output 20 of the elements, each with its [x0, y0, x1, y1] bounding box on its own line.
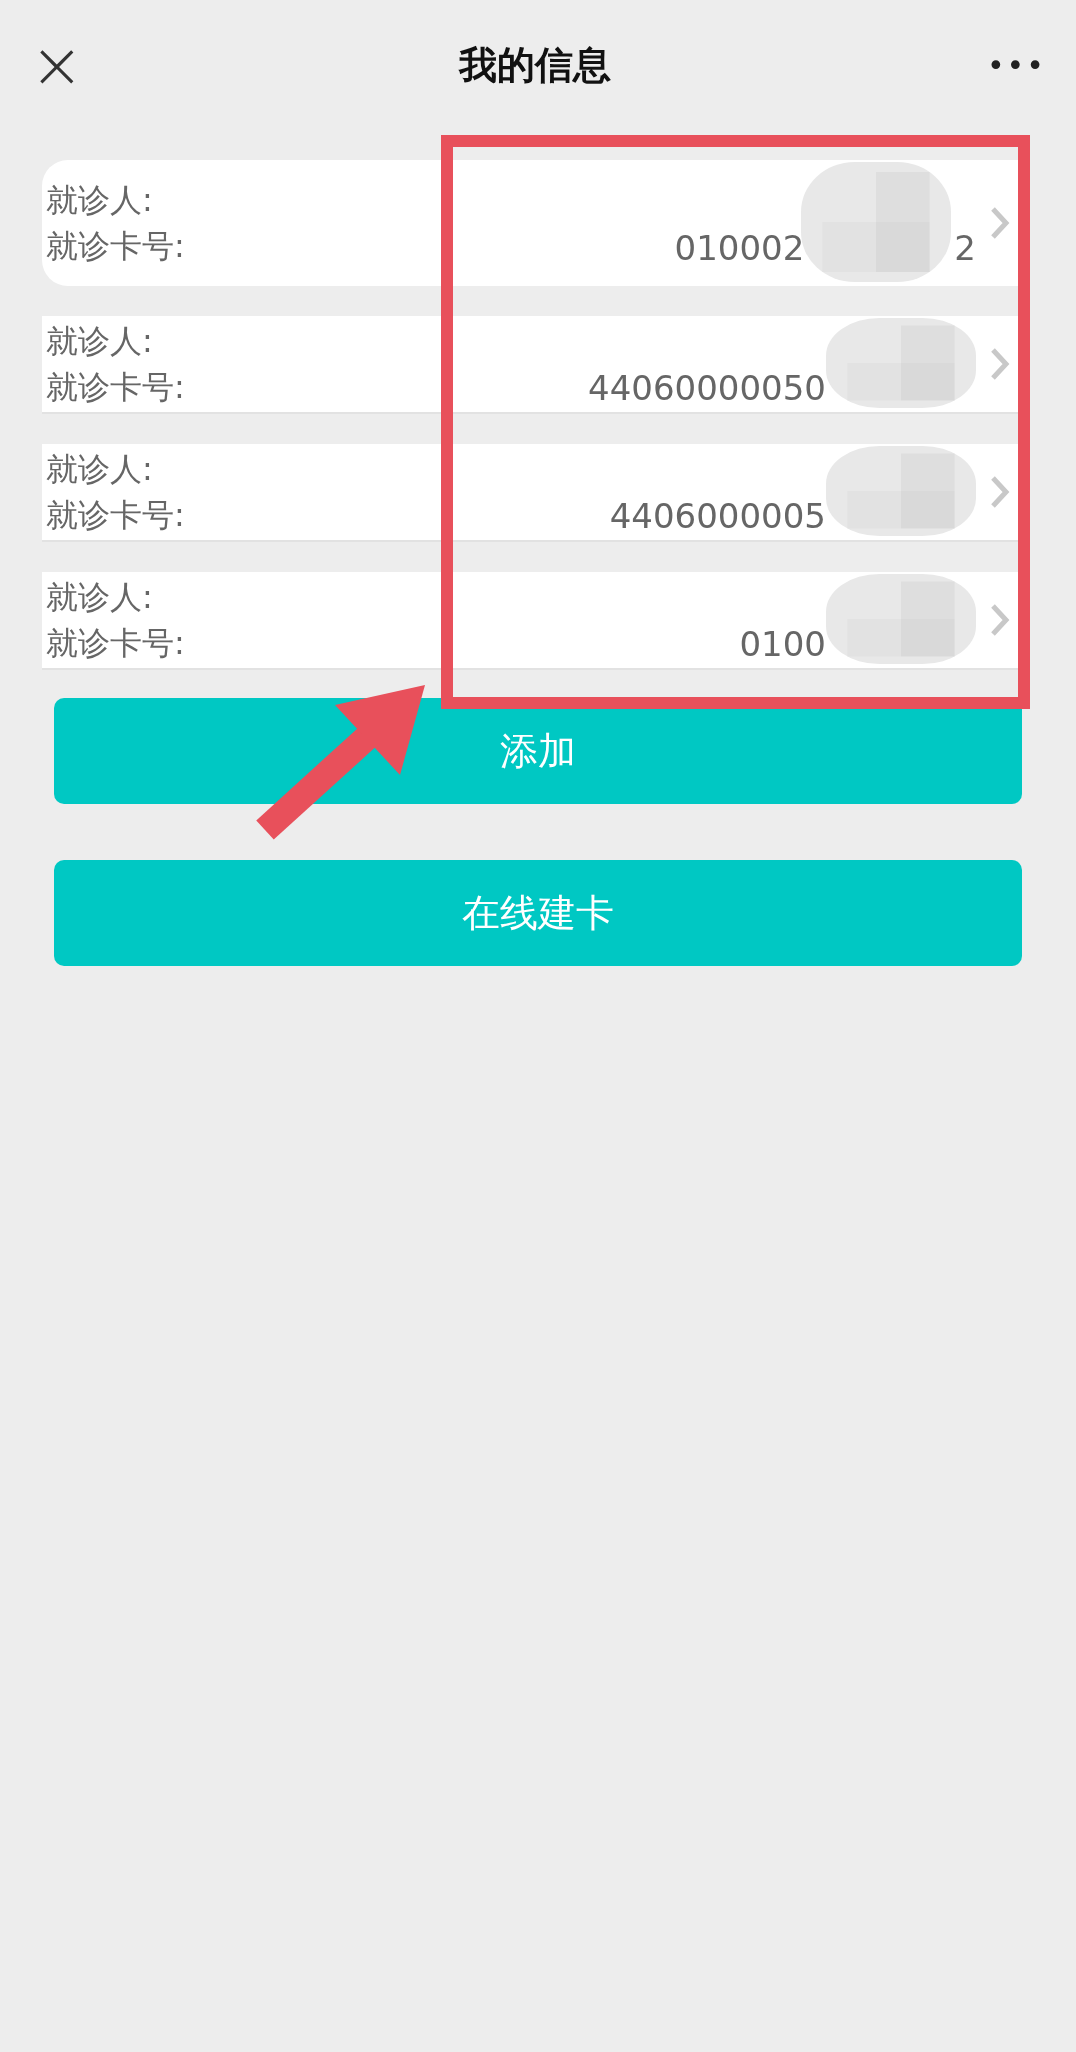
chevron-icon	[990, 206, 1010, 240]
patient-label: 就诊人:	[46, 449, 154, 490]
card-number: 2	[954, 228, 976, 268]
card-number-label: 就诊卡号:	[46, 367, 185, 408]
card-number: 0100	[739, 624, 826, 664]
card-number-label: 就诊卡号:	[46, 495, 185, 536]
more-icon[interactable]: •••	[986, 47, 1046, 83]
chevron-icon	[990, 347, 1010, 381]
card-number: 44060000050	[588, 368, 826, 408]
page-title: 我的信息	[459, 41, 612, 89]
card-number: 4406000005	[609, 496, 826, 536]
patient-label: 就诊人:	[46, 180, 154, 221]
close-icon[interactable]: ×	[30, 33, 84, 97]
chevron-icon	[990, 475, 1010, 509]
patient-label: 就诊人:	[46, 321, 154, 362]
card-number-label: 就诊卡号:	[46, 623, 185, 664]
chevron-icon	[990, 603, 1010, 637]
patient-label: 就诊人:	[46, 577, 154, 618]
card-number-label: 就诊卡号:	[46, 226, 185, 267]
card-number: 010002	[674, 228, 805, 268]
